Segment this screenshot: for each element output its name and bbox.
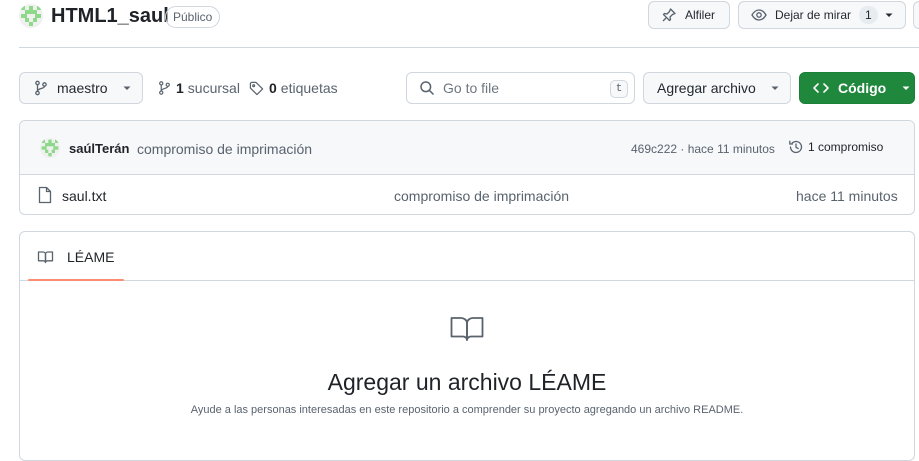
tags-link[interactable]: 0 etiquetas [249,80,338,96]
code-button[interactable]: Código [799,72,915,104]
git-branch-icon [158,80,171,96]
eye-icon [751,7,767,23]
file-updated-time: hace 11 minutos [796,188,898,204]
book-icon [37,249,54,265]
file-browser: saúlTerán compromiso de imprimación 469c… [19,120,915,215]
pin-label: Alfiler [685,8,716,22]
book-icon [450,316,484,342]
watch-count: 1 [859,6,878,24]
tag-icon [249,81,264,96]
file-icon [37,186,53,204]
star-button[interactable] [913,1,919,29]
repo-name-link[interactable]: HTML1_saul [51,4,169,28]
chevron-down-icon [770,83,780,93]
pin-icon [661,7,677,23]
branches-count: 1 [176,80,184,96]
chevron-down-icon [901,83,911,93]
tags-count: 0 [269,80,277,96]
repo-owner-avatar[interactable] [19,4,43,28]
search-icon [419,80,435,96]
file-name-link[interactable]: saul.txt [62,188,106,204]
history-icon [788,139,804,155]
readme-empty-description: Ayude a las personas interesadas en este… [190,404,744,416]
pin-button[interactable]: Alfiler [648,1,730,29]
chevron-down-icon [884,10,894,20]
branch-name: maestro [57,80,108,96]
keyboard-shortcut-hint: t [610,80,628,98]
visibility-badge: Público [165,6,221,28]
watch-button[interactable]: Dejar de mirar 1 [738,1,906,29]
branches-label: sucursal [187,80,240,96]
go-to-file-field[interactable]: t [406,72,635,104]
branches-link[interactable]: 1 sucursal [158,80,240,96]
commit-history-link[interactable]: 1 compromiso [788,139,883,155]
go-to-file-input[interactable] [443,80,603,96]
file-row[interactable]: saul.txt compromiso de imprimación hace … [20,175,914,214]
tab-readme-label: LÉAME [67,248,115,265]
readme-panel: LÉAME Agregar un archivo LÉAME Ayude a l… [19,231,915,461]
file-commit-message-link[interactable]: compromiso de imprimación [394,188,569,204]
header-divider [19,47,919,48]
commit-author-link[interactable]: saúlTerán [69,141,129,156]
tab-active-indicator [28,279,124,281]
readme-empty-heading: Agregar un archivo LÉAME [327,369,607,395]
commit-hash-time[interactable]: 469c222 · hace 11 minutos [631,142,775,156]
tab-readme[interactable]: LÉAME [28,232,124,281]
git-branch-icon [34,80,48,96]
chevron-down-icon [122,83,132,93]
readme-tab-bar: LÉAME [20,232,914,281]
add-file-button[interactable]: Agregar archivo [643,72,791,104]
add-file-label: Agregar archivo [657,80,756,96]
commit-message-link[interactable]: compromiso de imprimación [137,141,312,157]
branch-select-button[interactable]: maestro [19,72,143,104]
latest-commit-bar: saúlTerán compromiso de imprimación 469c… [20,121,914,175]
code-icon [812,80,830,96]
watch-label: Dejar de mirar [775,8,852,22]
commit-history-label: 1 compromiso [808,140,884,154]
code-label: Código [838,80,887,96]
tags-label: etiquetas [280,80,338,96]
repo-header: HTML1_saul Público Alfiler Dejar de mira… [0,0,919,48]
author-avatar[interactable] [40,138,60,158]
